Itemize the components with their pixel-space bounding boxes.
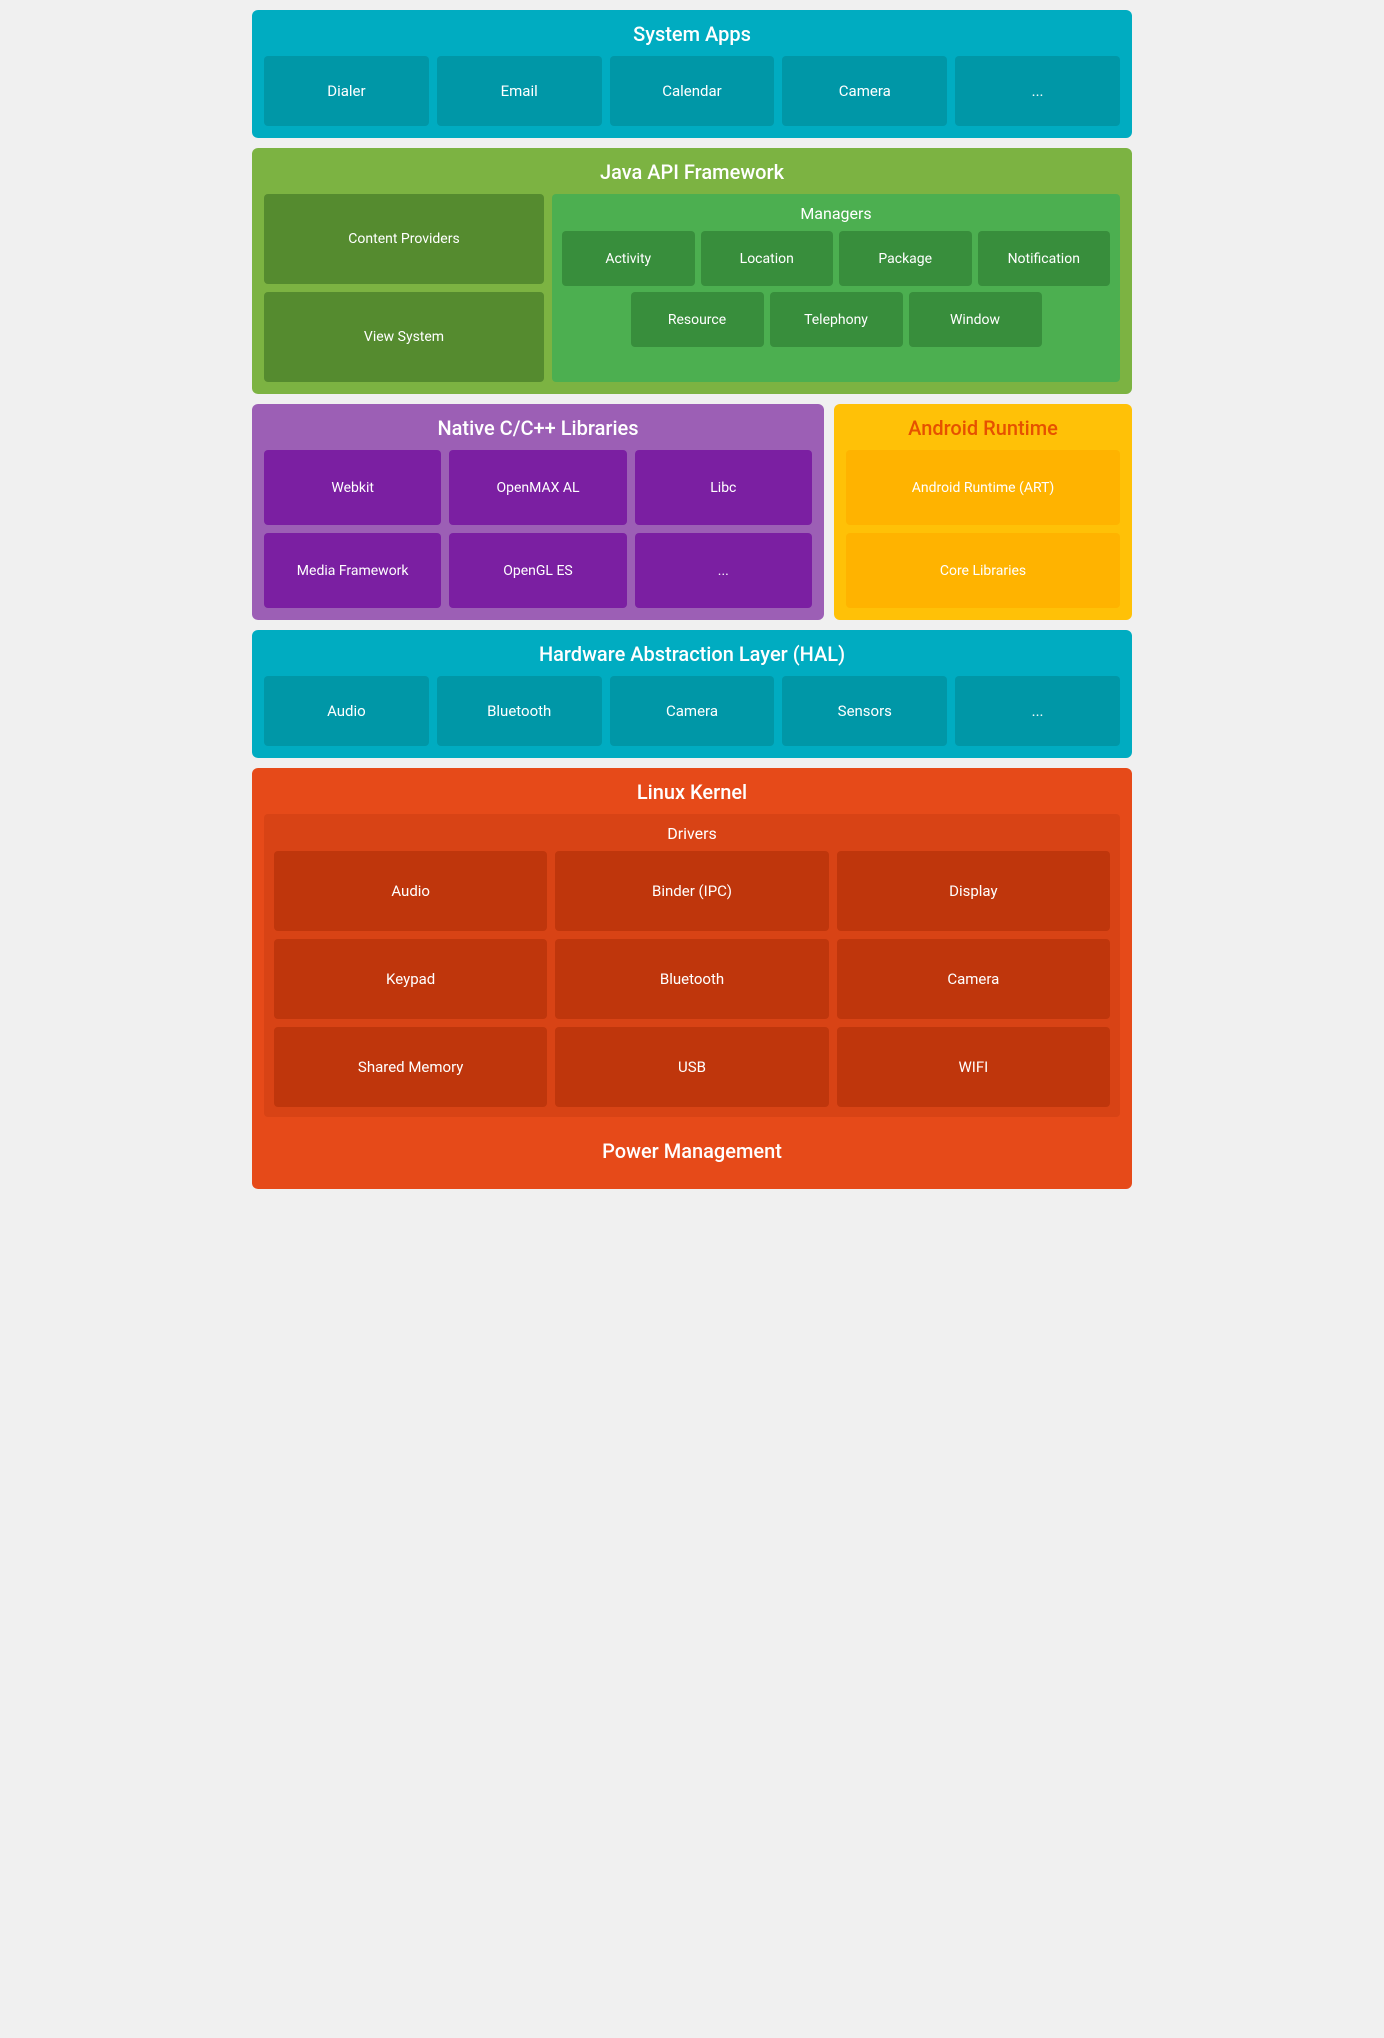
native-lib-tile: Libc bbox=[635, 450, 812, 525]
native-lib-tile: ... bbox=[635, 533, 812, 608]
system-apps-layer: System Apps DialerEmailCalendarCamera... bbox=[252, 10, 1132, 138]
driver-tile: USB bbox=[555, 1027, 828, 1107]
linux-kernel-title: Linux Kernel bbox=[264, 780, 1120, 804]
manager-tile: Resource bbox=[631, 292, 764, 347]
driver-tile: Keypad bbox=[274, 939, 547, 1019]
manager-tile: Telephony bbox=[770, 292, 903, 347]
manager-tile: Window bbox=[909, 292, 1042, 347]
hal-tile: ... bbox=[955, 676, 1120, 746]
driver-tile: Camera bbox=[837, 939, 1110, 1019]
system-apps-tiles: DialerEmailCalendarCamera... bbox=[264, 56, 1120, 126]
android-runtime-layer: Android Runtime Android Runtime (ART) Cor… bbox=[834, 404, 1132, 620]
system-apps-tile: Calendar bbox=[610, 56, 775, 126]
manager-tile: Activity bbox=[562, 231, 695, 286]
driver-tile: Shared Memory bbox=[274, 1027, 547, 1107]
hal-tile: Audio bbox=[264, 676, 429, 746]
drivers-grid: AudioBinder (IPC)Display KeypadBluetoothC… bbox=[274, 851, 1110, 1107]
hal-tiles: AudioBluetoothCameraSensors... bbox=[264, 676, 1120, 746]
system-apps-title: System Apps bbox=[264, 22, 1120, 46]
managers-row2: ResourceTelephonyWindow bbox=[631, 292, 1042, 347]
managers-row1: ActivityLocationPackageNotification bbox=[562, 231, 1110, 286]
java-api-title: Java API Framework bbox=[264, 160, 1120, 184]
driver-tile: Audio bbox=[274, 851, 547, 931]
manager-tile: Package bbox=[839, 231, 972, 286]
manager-tile: Location bbox=[701, 231, 834, 286]
hal-title: Hardware Abstraction Layer (HAL) bbox=[264, 642, 1120, 666]
android-runtime-tiles: Android Runtime (ART) Core Libraries bbox=[846, 450, 1120, 608]
native-libs-layer: Native C/C++ Libraries WebkitOpenMAX ALL… bbox=[252, 404, 824, 620]
hal-tile: Sensors bbox=[782, 676, 947, 746]
driver-tile: Bluetooth bbox=[555, 939, 828, 1019]
middle-row: Native C/C++ Libraries WebkitOpenMAX ALL… bbox=[252, 404, 1132, 620]
native-lib-tile: Media Framework bbox=[264, 533, 441, 608]
native-lib-tile: OpenMAX AL bbox=[449, 450, 626, 525]
system-apps-tile: Dialer bbox=[264, 56, 429, 126]
android-runtime-tile: Android Runtime (ART) bbox=[846, 450, 1120, 525]
native-lib-tile: Webkit bbox=[264, 450, 441, 525]
manager-tile: Notification bbox=[978, 231, 1111, 286]
native-libs-title: Native C/C++ Libraries bbox=[264, 416, 812, 440]
system-apps-tile: Email bbox=[437, 56, 602, 126]
java-api-left: Content Providers View System bbox=[264, 194, 544, 382]
view-system-tile: View System bbox=[264, 292, 544, 382]
content-providers-tile: Content Providers bbox=[264, 194, 544, 284]
hal-layer: Hardware Abstraction Layer (HAL) AudioBl… bbox=[252, 630, 1132, 758]
power-management-label: Power Management bbox=[602, 1139, 782, 1163]
managers-box: Managers ActivityLocationPackageNotifica… bbox=[552, 194, 1120, 382]
android-runtime-tile: Core Libraries bbox=[846, 533, 1120, 608]
drivers-title: Drivers bbox=[274, 824, 1110, 843]
driver-tile: Display bbox=[837, 851, 1110, 931]
power-management-box: Power Management bbox=[264, 1125, 1120, 1177]
hal-tile: Camera bbox=[610, 676, 775, 746]
system-apps-tile: ... bbox=[955, 56, 1120, 126]
native-libs-tiles: WebkitOpenMAX ALLibc Media FrameworkOpenG… bbox=[264, 450, 812, 608]
driver-tile: Binder (IPC) bbox=[555, 851, 828, 931]
managers-title: Managers bbox=[562, 204, 1110, 223]
drivers-box: Drivers AudioBinder (IPC)Display KeypadBl… bbox=[264, 814, 1120, 1117]
java-api-layer: Java API Framework Content Providers Vie… bbox=[252, 148, 1132, 394]
system-apps-tile: Camera bbox=[782, 56, 947, 126]
java-api-content: Content Providers View System Managers A… bbox=[264, 194, 1120, 382]
native-lib-tile: OpenGL ES bbox=[449, 533, 626, 608]
linux-kernel-layer: Linux Kernel Drivers AudioBinder (IPC)Di… bbox=[252, 768, 1132, 1189]
hal-tile: Bluetooth bbox=[437, 676, 602, 746]
android-runtime-title: Android Runtime bbox=[846, 416, 1120, 440]
driver-tile: WIFI bbox=[837, 1027, 1110, 1107]
